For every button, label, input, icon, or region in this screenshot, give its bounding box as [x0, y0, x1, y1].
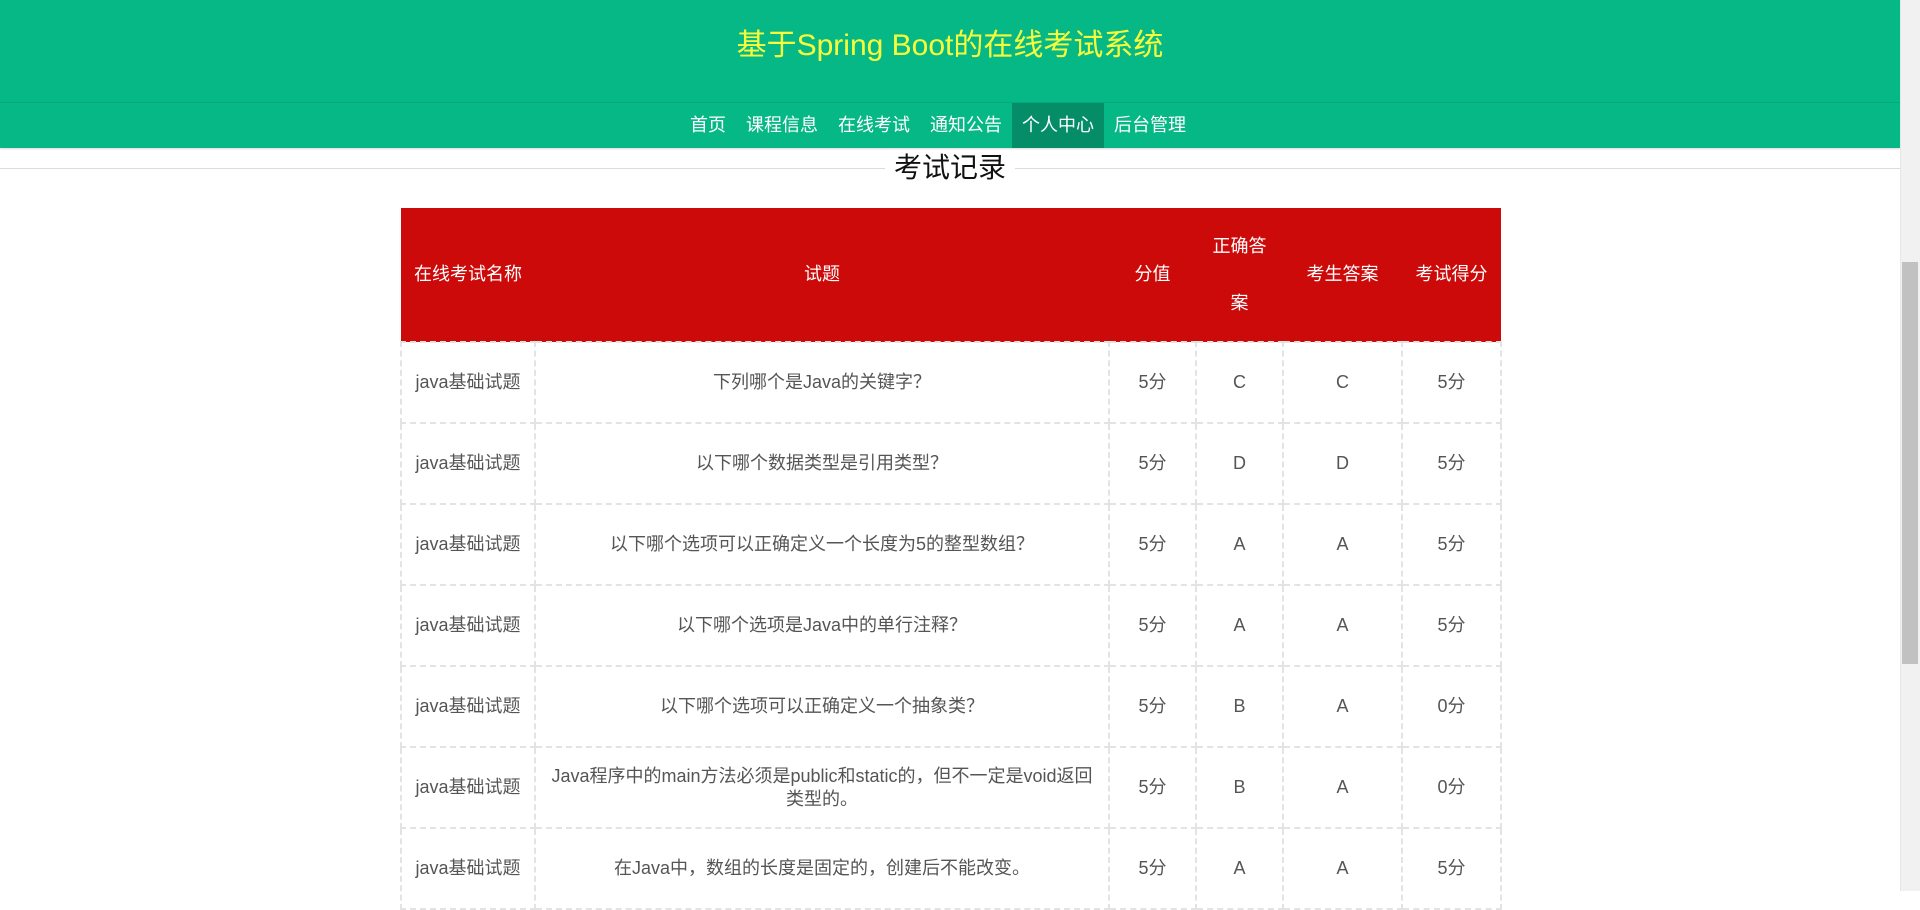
table-row: java基础试题 以下哪个数据类型是引用类型？ 5分 D D 5分: [400, 422, 1502, 505]
cell-question: 以下哪个选项是Java中的单行注释？: [534, 584, 1110, 667]
cell-student-answer: A: [1282, 827, 1403, 910]
table-row: java基础试题 以下哪个选项可以正确定义一个长度为5的整型数组？ 5分 A A…: [400, 503, 1502, 586]
column-header-exam-name: 在线考试名称: [401, 208, 535, 342]
cell-student-answer: D: [1282, 422, 1403, 505]
site-header: 基于Spring Boot的在线考试系统 首页 课程信息 在线考试 通知公告 个…: [0, 0, 1900, 148]
cell-student-answer: C: [1282, 341, 1403, 424]
cell-exam-name: java基础试题: [400, 503, 536, 586]
column-header-score-value: 分值: [1109, 208, 1196, 342]
cell-correct-answer: A: [1195, 827, 1284, 910]
exam-records-table: 在线考试名称 试题 分值 正确答案 考生答案 考试得分 java基础试题 下列哪…: [400, 208, 1502, 910]
page-title: 考试记录: [885, 150, 1015, 186]
cell-score-value: 5分: [1108, 665, 1197, 748]
nav-item-home[interactable]: 首页: [680, 103, 736, 148]
column-header-student-answer: 考生答案: [1283, 208, 1402, 342]
cell-score-value: 5分: [1108, 827, 1197, 910]
site-title: 基于Spring Boot的在线考试系统: [736, 29, 1164, 62]
table-row: java基础试题 Java程序中的main方法必须是public和static的…: [400, 746, 1502, 829]
cell-exam-name: java基础试题: [400, 422, 536, 505]
cell-student-answer: A: [1282, 665, 1403, 748]
cell-exam-score: 5分: [1401, 503, 1502, 586]
cell-exam-score: 0分: [1401, 746, 1502, 829]
cell-question: 以下哪个数据类型是引用类型？: [534, 422, 1110, 505]
table-header-row: 在线考试名称 试题 分值 正确答案 考生答案 考试得分: [401, 208, 1501, 342]
column-header-correct-answer: 正确答案: [1196, 208, 1283, 342]
cell-correct-answer: B: [1195, 665, 1284, 748]
cell-student-answer: A: [1282, 746, 1403, 829]
cell-correct-answer: C: [1195, 341, 1284, 424]
nav-item-online-exam[interactable]: 在线考试: [828, 103, 920, 148]
cell-correct-answer: B: [1195, 746, 1284, 829]
table-row: java基础试题 在Java中，数组的长度是固定的，创建后不能改变。 5分 A …: [400, 827, 1502, 910]
cell-score-value: 5分: [1108, 422, 1197, 505]
cell-exam-name: java基础试题: [400, 827, 536, 910]
column-header-exam-score: 考试得分: [1402, 208, 1501, 342]
cell-question: 在Java中，数组的长度是固定的，创建后不能改变。: [534, 827, 1110, 910]
cell-exam-score: 5分: [1401, 341, 1502, 424]
cell-student-answer: A: [1282, 584, 1403, 667]
column-header-question: 试题: [535, 208, 1109, 342]
cell-exam-name: java基础试题: [400, 584, 536, 667]
cell-correct-answer: D: [1195, 422, 1284, 505]
cell-correct-answer: A: [1195, 503, 1284, 586]
table-row: java基础试题 以下哪个选项是Java中的单行注释？ 5分 A A 5分: [400, 584, 1502, 667]
cell-question: Java程序中的main方法必须是public和static的，但不一定是voi…: [534, 746, 1110, 829]
cell-exam-score: 5分: [1401, 584, 1502, 667]
cell-exam-score: 0分: [1401, 665, 1502, 748]
cell-score-value: 5分: [1108, 503, 1197, 586]
main-nav: 首页 课程信息 在线考试 通知公告 个人中心 后台管理: [680, 103, 1196, 148]
cell-exam-name: java基础试题: [400, 665, 536, 748]
nav-item-announcements[interactable]: 通知公告: [920, 103, 1012, 148]
cell-question: 以下哪个选项可以正确定义一个长度为5的整型数组？: [534, 503, 1110, 586]
cell-question: 下列哪个是Java的关键字？: [534, 341, 1110, 424]
cell-student-answer: A: [1282, 503, 1403, 586]
cell-exam-name: java基础试题: [400, 746, 536, 829]
vertical-scrollbar[interactable]: [1900, 0, 1920, 891]
cell-exam-score: 5分: [1401, 827, 1502, 910]
cell-exam-name: java基础试题: [400, 341, 536, 424]
cell-score-value: 5分: [1108, 584, 1197, 667]
table-row: java基础试题 以下哪个选项可以正确定义一个抽象类？ 5分 B A 0分: [400, 665, 1502, 748]
nav-item-courses[interactable]: 课程信息: [736, 103, 828, 148]
nav-item-admin[interactable]: 后台管理: [1104, 103, 1196, 148]
cell-question: 以下哪个选项可以正确定义一个抽象类？: [534, 665, 1110, 748]
table-row: java基础试题 下列哪个是Java的关键字？ 5分 C C 5分: [400, 341, 1502, 424]
cell-score-value: 5分: [1108, 341, 1197, 424]
cell-correct-answer: A: [1195, 584, 1284, 667]
cell-exam-score: 5分: [1401, 422, 1502, 505]
scrollbar-thumb[interactable]: [1902, 262, 1918, 664]
cell-score-value: 5分: [1108, 746, 1197, 829]
nav-item-personal-center[interactable]: 个人中心: [1012, 103, 1104, 148]
